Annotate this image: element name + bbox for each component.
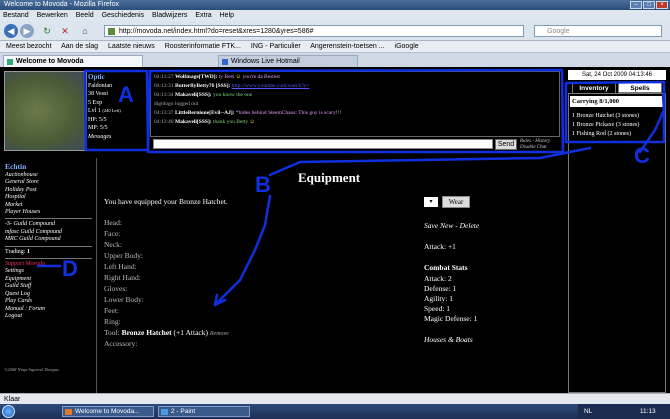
taskbar-item-paint[interactable]: 2 - Paint: [158, 406, 250, 417]
annotation-overlay: A B C D: [36, 68, 666, 307]
annotation-label-a: A: [118, 82, 134, 107]
status-bar: Klaar: [0, 393, 670, 404]
taskbar-item-firefox[interactable]: Welcome to Movoda...: [62, 406, 154, 417]
system-tray: NL 11:13: [578, 404, 670, 419]
annotation-arrow-b: [213, 194, 272, 307]
paint-icon: [161, 409, 168, 415]
annotation-box-chat: [146, 68, 565, 154]
start-icon[interactable]: [2, 405, 15, 418]
annotation-box-a: [83, 69, 150, 152]
tray-language[interactable]: NL: [584, 408, 592, 415]
annotation-label-b: B: [255, 172, 271, 197]
tray-clock[interactable]: 11:13: [640, 408, 656, 415]
status-text: Klaar: [4, 396, 21, 403]
annotation-label-c: C: [634, 143, 650, 168]
annotation-box-inventory: [564, 80, 666, 144]
taskbar: Welcome to Movoda... 2 - Paint NL 11:13: [0, 404, 670, 419]
firefox-icon: [65, 409, 72, 415]
annotation-label-d: D: [62, 256, 78, 281]
